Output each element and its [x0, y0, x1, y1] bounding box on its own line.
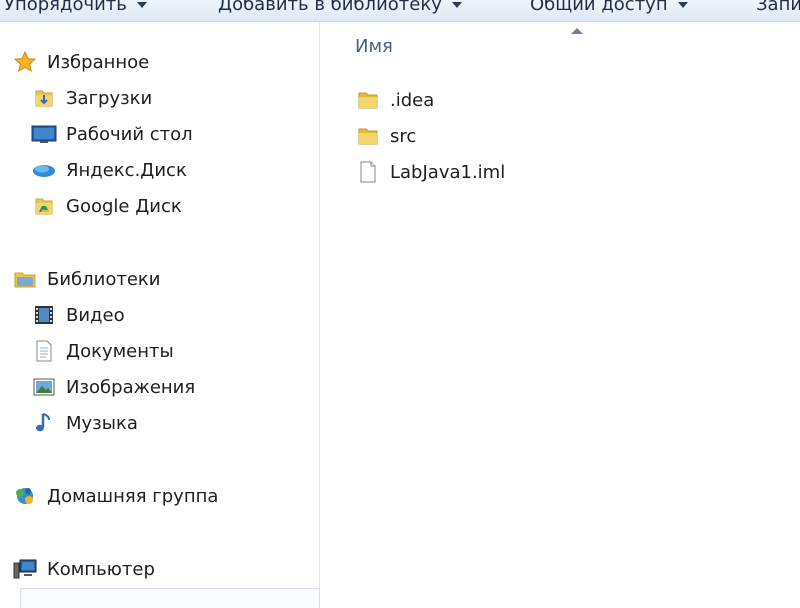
nav-item-music[interactable]: Музыка	[31, 408, 138, 438]
downloads-folder-icon	[31, 85, 57, 111]
folder-icon	[355, 123, 381, 149]
google-drive-folder-icon	[31, 193, 57, 219]
nav-item-downloads[interactable]: Загрузки	[31, 83, 152, 113]
nav-libraries-label: Библиотеки	[47, 268, 161, 290]
add-to-library-button[interactable]: Добавить в библиотеку	[218, 0, 462, 19]
video-icon	[31, 302, 57, 328]
nav-item-label: Музыка	[66, 412, 138, 434]
star-icon	[12, 49, 38, 75]
nav-homegroup[interactable]: Домашняя группа	[12, 481, 218, 511]
nav-item-yandex-disk[interactable]: Яндекс.Диск	[31, 155, 187, 185]
file-name: src	[390, 125, 417, 147]
share-button[interactable]: Общий доступ	[530, 0, 688, 19]
nav-favorites[interactable]: Избранное	[12, 47, 149, 77]
nav-item-desktop[interactable]: Рабочий стол	[31, 119, 193, 149]
nav-item-label: Загрузки	[66, 87, 153, 109]
organize-label: Упорядочить	[4, 0, 127, 15]
nav-item-label: Видео	[66, 304, 125, 326]
column-header-name[interactable]: Имя	[355, 36, 393, 57]
nav-favorites-label: Избранное	[47, 51, 150, 73]
file-name: LabJava1.iml	[390, 161, 506, 183]
organize-button[interactable]: Упорядочить	[4, 0, 147, 19]
nav-item-pictures[interactable]: Изображения	[31, 372, 195, 402]
nav-item-label: Документы	[66, 340, 174, 362]
pictures-icon	[31, 374, 57, 400]
file-row[interactable]: src	[355, 121, 416, 151]
command-bar: Упорядочить Добавить в библиотеку Общий …	[0, 0, 800, 22]
yandex-disk-icon	[31, 157, 57, 183]
file-row[interactable]: LabJava1.iml	[355, 157, 505, 187]
chevron-down-icon	[136, 2, 147, 8]
nav-item-google-drive[interactable]: Google Диск	[31, 191, 182, 221]
folder-icon	[355, 87, 381, 113]
sort-ascending-icon	[571, 28, 583, 34]
nav-item-label: Рабочий стол	[66, 123, 193, 145]
music-icon	[31, 410, 57, 436]
file-name: .idea	[390, 89, 435, 111]
file-icon	[355, 159, 381, 185]
nav-item-label: Google Диск	[66, 195, 182, 217]
add-to-library-label: Добавить в библиотеку	[218, 0, 442, 15]
libraries-icon	[12, 266, 38, 292]
navigation-pane: Избранное Загрузки Рабочий стол Яндекс.Д…	[0, 22, 320, 608]
share-label: Общий доступ	[530, 0, 668, 15]
desktop-icon	[31, 121, 57, 147]
burn-button[interactable]: Запи	[756, 0, 800, 19]
nav-item-label: Изображения	[66, 376, 196, 398]
chevron-down-icon	[451, 2, 462, 8]
nav-computer-label: Компьютер	[47, 558, 155, 580]
nav-homegroup-label: Домашняя группа	[47, 485, 219, 507]
documents-icon	[31, 338, 57, 364]
nav-item-label: Яндекс.Диск	[66, 159, 187, 181]
nav-libraries[interactable]: Библиотеки	[12, 264, 161, 294]
homegroup-icon	[12, 483, 38, 509]
nav-item-documents[interactable]: Документы	[31, 336, 174, 366]
chevron-down-icon	[677, 2, 688, 8]
burn-label: Запи	[756, 0, 800, 15]
nav-item-partial[interactable]	[20, 588, 320, 608]
nav-item-video[interactable]: Видео	[31, 300, 125, 330]
file-list: Имя .idea src LabJava1.iml	[321, 22, 800, 600]
nav-computer[interactable]: Компьютер	[12, 554, 155, 584]
computer-icon	[12, 556, 38, 582]
file-row[interactable]: .idea	[355, 85, 434, 115]
